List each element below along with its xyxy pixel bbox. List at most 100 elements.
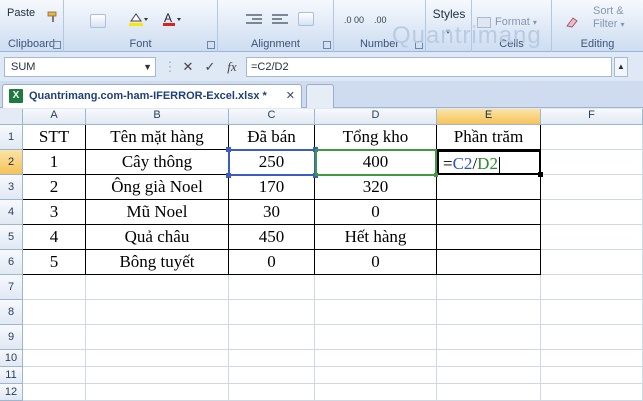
row-header-2[interactable]: 2 [0,150,23,175]
borders-icon[interactable] [90,14,106,28]
workbook-tab[interactable]: X Quantrimang.com-ham-IFERROR-Excel.xlsx… [2,84,302,108]
cell-c4[interactable]: 30 [229,200,315,225]
column-header-e[interactable]: E [437,109,541,125]
cell-f8[interactable] [541,300,643,325]
cell-b1[interactable]: Tên mặt hàng [86,125,229,150]
cell-d10[interactable] [315,350,437,367]
cell-e8[interactable] [437,300,541,325]
cell-c7[interactable] [229,275,315,300]
cell-c6[interactable]: 0 [229,250,315,275]
cell-e4[interactable] [437,200,541,225]
cell-a6[interactable]: 5 [23,250,86,275]
cell-b11[interactable] [86,367,229,384]
name-box[interactable]: SUM ▼ [4,57,156,77]
paste-button[interactable]: Paste [6,2,48,24]
cell-f3[interactable] [541,175,643,200]
cancel-icon[interactable]: ✕ [180,58,196,76]
cell-e3[interactable] [437,175,541,200]
cell-a10[interactable] [23,350,86,367]
cell-f5[interactable] [541,225,643,250]
cell-f10[interactable] [541,350,643,367]
cell-a2[interactable]: 1 [23,150,86,175]
cell-d5[interactable]: Hết hàng [315,225,437,250]
cell-d4[interactable]: 0 [315,200,437,225]
cell-e6[interactable] [437,250,541,275]
cell-d6[interactable]: 0 [315,250,437,275]
cell-a12[interactable] [23,384,86,401]
font-color-icon[interactable]: A [158,10,186,28]
cell-a4[interactable]: 3 [23,200,86,225]
cell-b4[interactable]: Mũ Noel [86,200,229,225]
alignment-launcher-icon[interactable] [323,41,331,49]
row-header-8[interactable]: 8 [0,300,23,325]
row-header-7[interactable]: 7 [0,275,23,300]
cell-c10[interactable] [229,350,315,367]
cell-c3[interactable]: 170 [229,175,315,200]
cell-e2-editing[interactable]: =C2/D2 [437,150,541,175]
expand-formula-icon[interactable]: ▲ [614,57,628,77]
cell-a8[interactable] [23,300,86,325]
c2-handle-br[interactable] [313,173,318,178]
font-launcher-icon[interactable] [207,41,215,49]
cell-d2[interactable]: 400 [315,150,437,175]
merge-center-icon[interactable] [298,12,314,26]
cell-f12[interactable] [541,384,643,401]
row-header-1[interactable]: 1 [0,125,23,150]
cell-d8[interactable] [315,300,437,325]
clear-icon[interactable] [562,14,580,30]
cell-e9[interactable] [437,325,541,350]
cell-d3[interactable]: 320 [315,175,437,200]
row-header-9[interactable]: 9 [0,325,23,350]
cell-f6[interactable] [541,250,643,275]
cell-f2[interactable] [541,150,643,175]
row-header-10[interactable]: 10 [0,350,23,367]
name-box-dropdown-icon[interactable]: ▼ [143,62,152,72]
row-header-3[interactable]: 3 [0,175,23,200]
cell-f4[interactable] [541,200,643,225]
column-header-d[interactable]: D [315,109,437,125]
cell-e12[interactable] [437,384,541,401]
cell-b2[interactable]: Cây thông [86,150,229,175]
column-header-a[interactable]: A [23,109,86,125]
cell-e7[interactable] [437,275,541,300]
insert-function-icon[interactable]: fx [224,58,240,76]
cell-d12[interactable] [315,384,437,401]
cell-c9[interactable] [229,325,315,350]
cell-a3[interactable]: 2 [23,175,86,200]
cell-a5[interactable]: 4 [23,225,86,250]
indent-decrease-icon[interactable] [244,10,264,28]
decrease-decimal-icon[interactable]: .0 00 [342,10,366,28]
cell-e11[interactable] [437,367,541,384]
cell-c12[interactable] [229,384,315,401]
c2-handle-tl[interactable] [226,147,231,152]
fill-handle[interactable] [538,172,543,177]
cell-c1[interactable]: Đã bán [229,125,315,150]
clipboard-launcher-icon[interactable] [53,41,61,49]
format-painter-icon[interactable] [46,10,60,24]
row-header-12[interactable]: 12 [0,384,23,401]
formula-input[interactable]: =C2/D2 [246,57,612,77]
c2-handle-tr[interactable] [313,147,318,152]
row-header-6[interactable]: 6 [0,250,23,275]
cell-b10[interactable] [86,350,229,367]
cell-b6[interactable]: Bông tuyết [86,250,229,275]
spreadsheet-grid[interactable]: A B C D E F 1 2 3 4 5 6 7 8 9 10 11 12 S… [0,109,643,401]
row-header-11[interactable]: 11 [0,367,23,384]
cell-b9[interactable] [86,325,229,350]
indent-increase-icon[interactable] [270,10,290,28]
cell-a9[interactable] [23,325,86,350]
d2-handle-br[interactable] [434,173,438,177]
cell-d11[interactable] [315,367,437,384]
cell-e1[interactable]: Phần trăm [437,125,541,150]
cell-a1[interactable]: STT [23,125,86,150]
cell-b7[interactable] [86,275,229,300]
cell-b12[interactable] [86,384,229,401]
fill-color-icon[interactable] [124,10,152,28]
enter-icon[interactable]: ✓ [202,58,218,76]
cell-c5[interactable]: 450 [229,225,315,250]
close-tab-icon[interactable]: ✕ [286,89,295,102]
cell-f1[interactable] [541,125,643,150]
cell-d7[interactable] [315,275,437,300]
column-header-b[interactable]: B [86,109,229,125]
cell-d9[interactable] [315,325,437,350]
